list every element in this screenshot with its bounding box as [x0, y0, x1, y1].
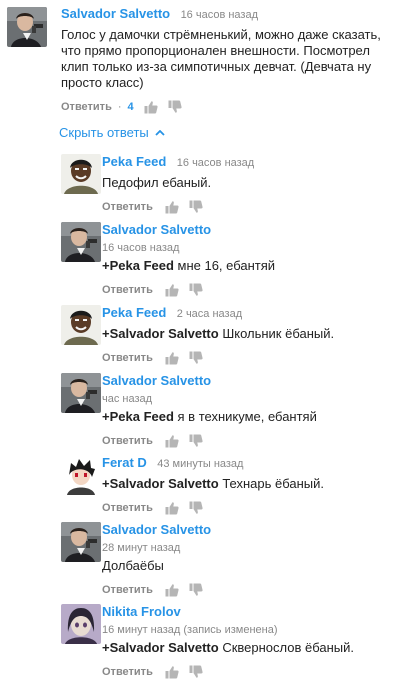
- reply-button[interactable]: Ответить: [61, 101, 112, 113]
- avatar[interactable]: [61, 604, 101, 644]
- comment-text: +Peka Feed я в техникуме, ебантяй: [102, 409, 317, 424]
- comment-actions: Ответить: [102, 351, 392, 365]
- comment-timestamp[interactable]: 28 минут назад: [102, 542, 392, 554]
- comment-author[interactable]: Peka Feed: [102, 154, 166, 169]
- comment-author[interactable]: Salvador Salvetto: [102, 522, 211, 537]
- comment-text: Долбаёбы: [102, 558, 164, 573]
- separator: ·: [117, 101, 122, 113]
- comment-actions: Ответить: [102, 434, 392, 448]
- thumbs-up-icon[interactable]: [165, 283, 179, 297]
- thumbs-up-icon[interactable]: [165, 200, 179, 214]
- mention-link[interactable]: +Peka Feed: [102, 409, 174, 424]
- thumbs-down-icon[interactable]: [189, 351, 203, 365]
- mention-link[interactable]: +Salvador Salvetto: [102, 640, 219, 655]
- comment-timestamp[interactable]: час назад: [102, 393, 392, 405]
- comment-timestamp[interactable]: 16 часов назад: [177, 157, 254, 169]
- reply-button[interactable]: Ответить: [102, 201, 153, 213]
- avatar[interactable]: [61, 522, 101, 562]
- comment-text: +Salvador Salvetto Технарь ёбаный.: [102, 476, 324, 491]
- comment-actions: Ответить: [102, 501, 392, 515]
- hide-replies-label: Скрыть ответы: [59, 125, 149, 140]
- comment-actions: Ответить: [102, 200, 392, 214]
- avatar[interactable]: [7, 7, 47, 47]
- comment-author[interactable]: Salvador Salvetto: [61, 6, 170, 21]
- thumbs-up-icon[interactable]: [165, 351, 179, 365]
- thumbs-up-icon[interactable]: [144, 100, 158, 114]
- thumbs-down-icon[interactable]: [189, 200, 203, 214]
- thumbs-down-icon[interactable]: [189, 501, 203, 515]
- thumbs-up-icon[interactable]: [165, 434, 179, 448]
- comment-text: +Salvador Salvetto Школьник ёбаный.: [102, 326, 335, 341]
- thumbs-up-icon[interactable]: [165, 583, 179, 597]
- comment-actions: Ответить: [102, 665, 392, 679]
- thumbs-down-icon[interactable]: [189, 583, 203, 597]
- reply-button[interactable]: Ответить: [102, 284, 153, 296]
- comment-author[interactable]: Salvador Salvetto: [102, 373, 211, 388]
- thumbs-down-icon[interactable]: [189, 283, 203, 297]
- reply-button[interactable]: Ответить: [102, 352, 153, 364]
- chevron-up-icon: [155, 130, 165, 136]
- comment-author[interactable]: Ferat D: [102, 455, 147, 470]
- comment-text: +Peka Feed мне 16, ебантяй: [102, 258, 276, 273]
- avatar[interactable]: [61, 222, 101, 262]
- mention-link[interactable]: +Salvador Salvetto: [102, 476, 219, 491]
- avatar[interactable]: [61, 455, 101, 495]
- reply-button[interactable]: Ответить: [102, 502, 153, 514]
- mention-link[interactable]: +Peka Feed: [102, 258, 174, 273]
- comment-text: +Salvador Salvetto Сквернослов ёбаный.: [102, 640, 355, 655]
- comment-text: Педофил ебаный.: [102, 175, 212, 190]
- comment-author[interactable]: Salvador Salvetto: [102, 222, 211, 237]
- reply-button[interactable]: Ответить: [102, 584, 153, 596]
- avatar[interactable]: [61, 154, 101, 194]
- comment-timestamp[interactable]: 43 минуты назад: [157, 458, 243, 470]
- comment-actions: Ответить: [102, 583, 392, 597]
- comment-author[interactable]: Peka Feed: [102, 305, 166, 320]
- comment-actions: Ответить: [102, 283, 392, 297]
- comment-timestamp[interactable]: 16 минут назад (запись изменена): [102, 624, 392, 636]
- mention-link[interactable]: +Salvador Salvetto: [102, 326, 219, 341]
- comment-timestamp[interactable]: 16 часов назад: [102, 242, 392, 254]
- hide-replies-button[interactable]: Скрыть ответы: [59, 125, 165, 140]
- comment-actions: Ответить · 4: [61, 100, 393, 114]
- thumbs-down-icon[interactable]: [168, 100, 182, 114]
- like-count: 4: [127, 101, 134, 113]
- comment-timestamp[interactable]: 16 часов назад: [181, 9, 258, 21]
- comment-author[interactable]: Nikita Frolov: [102, 604, 181, 619]
- avatar[interactable]: [61, 305, 101, 345]
- thumbs-up-icon[interactable]: [165, 501, 179, 515]
- reply-button[interactable]: Ответить: [102, 435, 153, 447]
- thumbs-down-icon[interactable]: [189, 434, 203, 448]
- comment-text: Голос у дамочки стрёмненький, можно даже…: [61, 27, 381, 90]
- avatar[interactable]: [61, 373, 101, 413]
- thumbs-up-icon[interactable]: [165, 665, 179, 679]
- thumbs-down-icon[interactable]: [189, 665, 203, 679]
- reply-button[interactable]: Ответить: [102, 666, 153, 678]
- comment-timestamp[interactable]: 2 часа назад: [177, 308, 242, 320]
